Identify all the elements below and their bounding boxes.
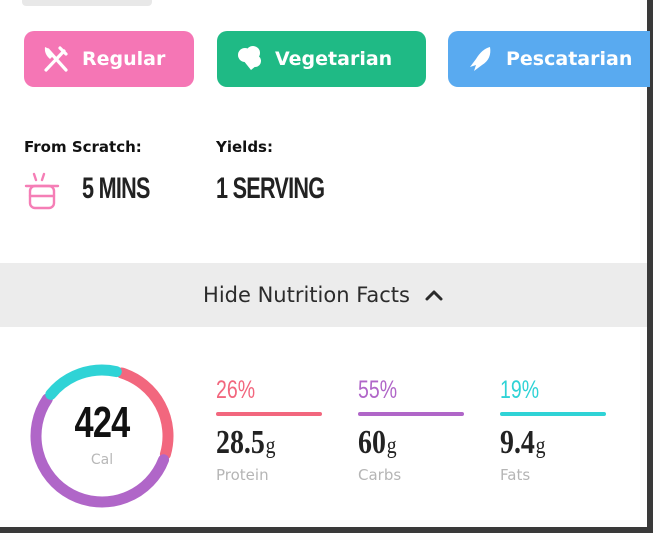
fork-knife-icon [44, 46, 68, 72]
diet-regular-button[interactable]: Regular [24, 31, 194, 87]
macro-percent: 19% [500, 376, 540, 404]
hide-nutrition-facts-button[interactable]: Hide Nutrition Facts [0, 263, 647, 327]
chevron-up-icon [425, 290, 443, 301]
diet-label: Regular [82, 48, 166, 70]
macro-name: Fats [500, 466, 531, 484]
broccoli-icon [238, 46, 261, 70]
yields-value: 1 SERVING [216, 172, 325, 205]
diet-label: Pescatarian [506, 48, 633, 70]
macro-name: Protein [216, 466, 269, 484]
recipe-card: Regular Vegetarian Pescatarian From Scra… [0, 0, 653, 533]
macro-carbs: 55% 60g Carbs [358, 376, 468, 484]
diet-label: Vegetarian [275, 48, 393, 70]
calorie-unit: Cal [90, 452, 114, 468]
diet-options: Regular Vegetarian Pescatarian [24, 31, 650, 87]
ring-segment-fats [45, 364, 122, 400]
macro-fats: 19% 9.4g Fats [500, 376, 610, 484]
calorie-value: 424 [74, 398, 131, 447]
macro-percent: 55% [358, 376, 398, 404]
macro-percent: 26% [216, 376, 256, 404]
scratch-time-label: From Scratch: [24, 138, 142, 156]
macro-name: Carbs [358, 466, 402, 484]
scratch-time-value: 5 MINS [82, 172, 150, 205]
truncated-heading [22, 0, 152, 6]
diet-pescatarian-button[interactable]: Pescatarian [448, 31, 650, 87]
toggle-label: Hide Nutrition Facts [203, 283, 410, 307]
macro-amount: 60g [358, 424, 397, 461]
cooking-pot-icon [24, 172, 60, 210]
fish-icon [470, 47, 491, 71]
macro-amount: 9.4g [500, 424, 546, 461]
macro-bar [216, 412, 322, 416]
macro-bar [500, 412, 606, 416]
macro-amount: 28.5g [216, 424, 276, 461]
yields-label: Yields: [216, 138, 273, 156]
macro-protein: 26% 28.5g Protein [216, 376, 326, 484]
diet-vegetarian-button[interactable]: Vegetarian [217, 31, 426, 87]
macro-bar [358, 412, 464, 416]
